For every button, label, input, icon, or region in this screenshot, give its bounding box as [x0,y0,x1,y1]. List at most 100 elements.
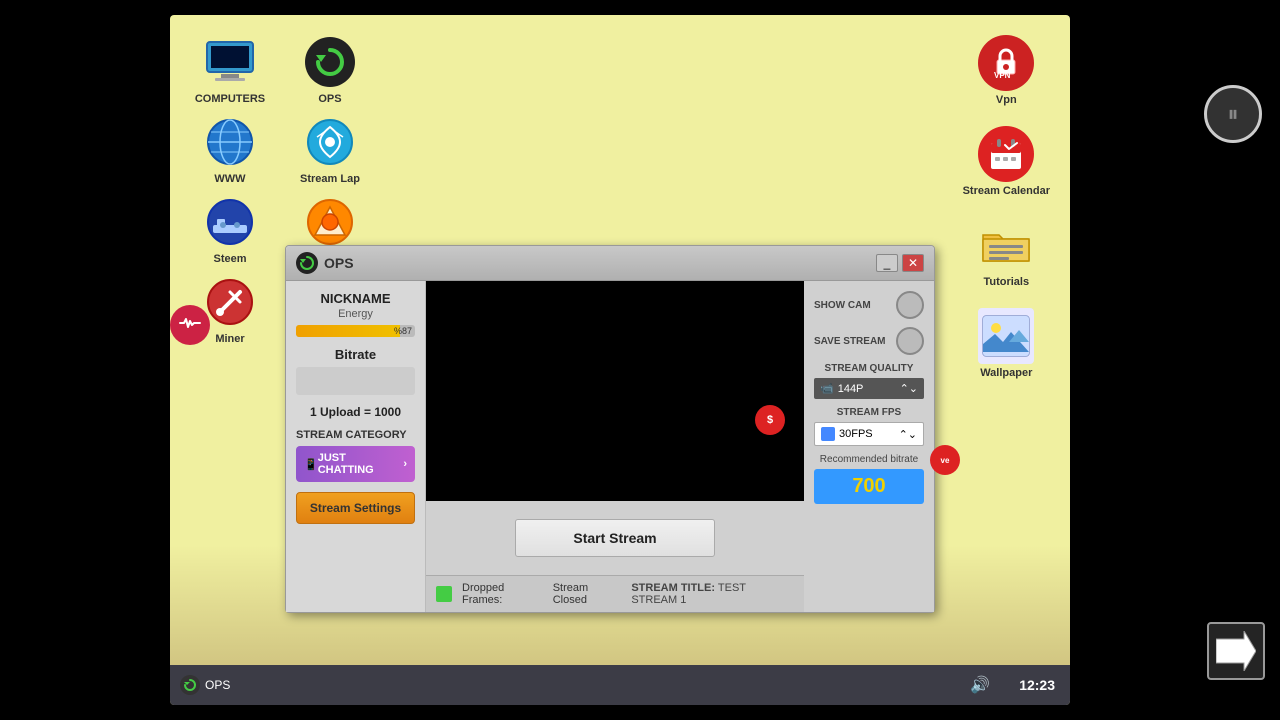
ops-window: OPS _ ✕ NICKNAME Energy %87 Bitrate 1 Up… [285,245,935,613]
show-cam-label: SHOW CAM [814,300,871,311]
save-stream-label: SAVE STREAM [814,336,886,347]
exit-button[interactable] [1207,622,1265,680]
live-badge-text: ve [941,456,950,465]
ops-energy-label: Energy [296,308,415,320]
computers-label: COMPUTERS [195,93,265,105]
sidebar-item-streamlap[interactable]: Stream Lap [290,115,370,185]
ops-icon [303,35,357,89]
streamlap-label: Stream Lap [300,173,360,185]
upload-text: 1 Upload = 1000 [296,405,415,419]
taskbar-ops-icon [180,675,200,695]
pause-button[interactable]: ⏸ [1204,85,1262,143]
energy-bar: %87 [296,325,415,337]
svg-text:VPN: VPN [994,71,1011,80]
fps-select-dropdown[interactable]: 30FPS ⌃⌄ [814,422,924,446]
sidebar-item-wallpaper[interactable]: Wallpaper [978,308,1034,379]
start-stream-area: Start Stream [426,501,804,575]
quality-arrow: ⌃⌄ [900,382,918,395]
www-label: WWW [214,173,245,185]
quality-select-dropdown[interactable]: 📹 144P ⌃⌄ [814,378,924,399]
ops-content: NICKNAME Energy %87 Bitrate 1 Upload = 1… [286,281,934,612]
ops-nickname: NICKNAME [296,291,415,306]
live-badge: ve [930,445,960,475]
heartrate-icon [170,305,210,345]
ops-badge: $ [755,405,785,435]
ops-center-panel: Start Stream Dropped Frames: Stream Clos… [426,281,804,612]
wallpaper-icon [978,308,1034,364]
desktop-screen: COMPUTERS OPS [170,15,1070,705]
taskbar-time: 12:23 [1019,677,1055,693]
www-icon [203,115,257,169]
fps-value: 30FPS [839,428,873,440]
rec-bitrate-label: Recommended bitrate [814,454,924,465]
ops-titlebar: OPS _ ✕ [286,246,934,281]
taskbar-ops-item[interactable]: OPS [180,675,230,695]
stream-title-area: STREAM TITLE: TEST STREAM 1 [631,582,794,606]
just-chatting-button[interactable]: 📱 JUST CHATTING › [296,446,415,482]
icon-row-1: COMPUTERS OPS [190,35,370,105]
show-cam-toggle[interactable] [896,291,924,319]
icon-row-2: WWW Stream Lap [190,115,370,185]
stream-closed-label: Stream Closed [553,582,622,606]
fps-arrow: ⌃⌄ [899,428,917,441]
sidebar-item-computers[interactable]: COMPUTERS [190,35,270,105]
calendar-icon [978,126,1034,182]
just-chatting-label: JUST CHATTING [318,452,404,476]
stream-preview [426,281,804,501]
bitrate-label: Bitrate [296,347,415,362]
energy-bar-fill [296,325,400,337]
close-button[interactable]: ✕ [902,254,924,272]
sidebar-item-stream-calendar[interactable]: Stream Calendar [963,126,1050,197]
quality-value: 144P [838,383,864,395]
taskbar: OPS 🔊 12:23 [170,665,1070,705]
ops-window-controls: _ ✕ [876,254,924,272]
taskbar-ops-label: OPS [205,678,230,692]
ops-title-icon [296,252,318,274]
vpn-icon: VPN [978,35,1034,91]
computers-icon [203,35,257,89]
steam-label: Steem [213,253,246,265]
ops-left-panel: NICKNAME Energy %87 Bitrate 1 Upload = 1… [286,281,426,612]
bitrate-value-box: 700 [814,469,924,504]
vpn-label: Vpn [996,94,1017,106]
ops-right-panel: SHOW CAM SAVE STREAM STREAM QUALITY 📹 14… [804,281,934,612]
desktop-icons-right: VPN Vpn Stream Calendar [963,35,1050,379]
fps-checkbox [821,427,835,441]
save-stream-toggle[interactable] [896,327,924,355]
stream-settings-button[interactable]: Stream Settings [296,492,415,524]
stream-calendar-label: Stream Calendar [963,185,1050,197]
stream-title-label: STREAM TITLE: [631,582,715,594]
save-stream-row: SAVE STREAM [814,327,924,355]
status-dot-green [436,586,452,602]
steam-icon [203,195,257,249]
wallpaper-label: Wallpaper [980,367,1032,379]
tutorials-label: Tutorials [983,276,1029,288]
miner-label: Miner [215,333,244,345]
ops-status-bar: Dropped Frames: Stream Closed STREAM TIT… [426,575,804,612]
just-chatting-arrow: › [403,458,407,470]
ops-window-title: OPS [296,252,354,274]
start-stream-button[interactable]: Start Stream [515,519,715,557]
volume-icon[interactable]: 🔊 [970,675,990,695]
ops-badge-text: $ [767,414,773,426]
avest-icon [303,195,357,249]
stream-quality-section: STREAM QUALITY [814,363,924,374]
stream-fps-section: STREAM FPS [814,407,924,418]
tutorials-icon [978,217,1034,273]
just-chatting-icon: 📱 [304,458,318,471]
miner-icon [203,275,257,329]
sidebar-item-vpn[interactable]: VPN Vpn [978,35,1034,106]
dropped-frames-label: Dropped Frames: [462,582,543,606]
sidebar-item-tutorials[interactable]: Tutorials [978,217,1034,288]
sidebar-item-www[interactable]: WWW [190,115,270,185]
show-cam-row: SHOW CAM [814,291,924,319]
sidebar-item-ops[interactable]: OPS [290,35,370,105]
minimize-button[interactable]: _ [876,254,898,272]
quality-icon: 📹 [820,382,834,395]
ops-label: OPS [318,93,341,105]
sidebar-item-steam[interactable]: Steem [190,195,270,265]
stream-category-label: STREAM CATEGORY [296,429,415,441]
energy-pct: %87 [394,325,412,337]
streamlap-icon [303,115,357,169]
bitrate-bar [296,367,415,395]
